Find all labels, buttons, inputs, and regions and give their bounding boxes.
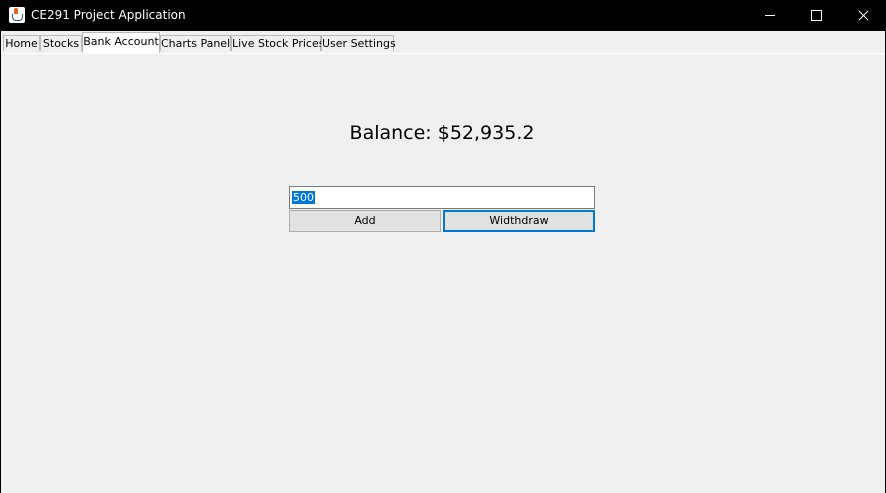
- add-button[interactable]: Add: [289, 210, 441, 232]
- app-window: CE291 Project Application Home Stocks Ba…: [0, 0, 886, 493]
- amount-value: 500: [292, 191, 315, 204]
- bank-account-panel: Balance: $52,935.2 500 Add Widthdraw: [1, 53, 885, 493]
- tab-strip: Home Stocks Bank Account Charts Panel Li…: [1, 31, 885, 54]
- client-area: Home Stocks Bank Account Charts Panel Li…: [1, 31, 885, 493]
- minimize-icon[interactable]: [747, 0, 793, 31]
- title-bar[interactable]: CE291 Project Application: [0, 0, 886, 31]
- tab-live-stock-prices[interactable]: Live Stock Prices: [231, 35, 324, 51]
- tab-bank-account[interactable]: Bank Account: [82, 32, 160, 53]
- tab-stocks[interactable]: Stocks: [40, 35, 82, 51]
- tab-user-settings[interactable]: User Settings: [321, 35, 396, 51]
- maximize-icon[interactable]: [793, 0, 839, 31]
- balance-label: Balance: $52,935.2: [349, 122, 535, 144]
- tab-home[interactable]: Home: [3, 35, 40, 51]
- withdraw-button[interactable]: Widthdraw: [443, 210, 595, 232]
- close-icon[interactable]: [840, 0, 886, 31]
- window-title: CE291 Project Application: [31, 8, 186, 22]
- java-cup-icon: [9, 7, 25, 23]
- tab-charts-panel[interactable]: Charts Panel: [160, 35, 231, 51]
- amount-input[interactable]: 500: [289, 186, 595, 209]
